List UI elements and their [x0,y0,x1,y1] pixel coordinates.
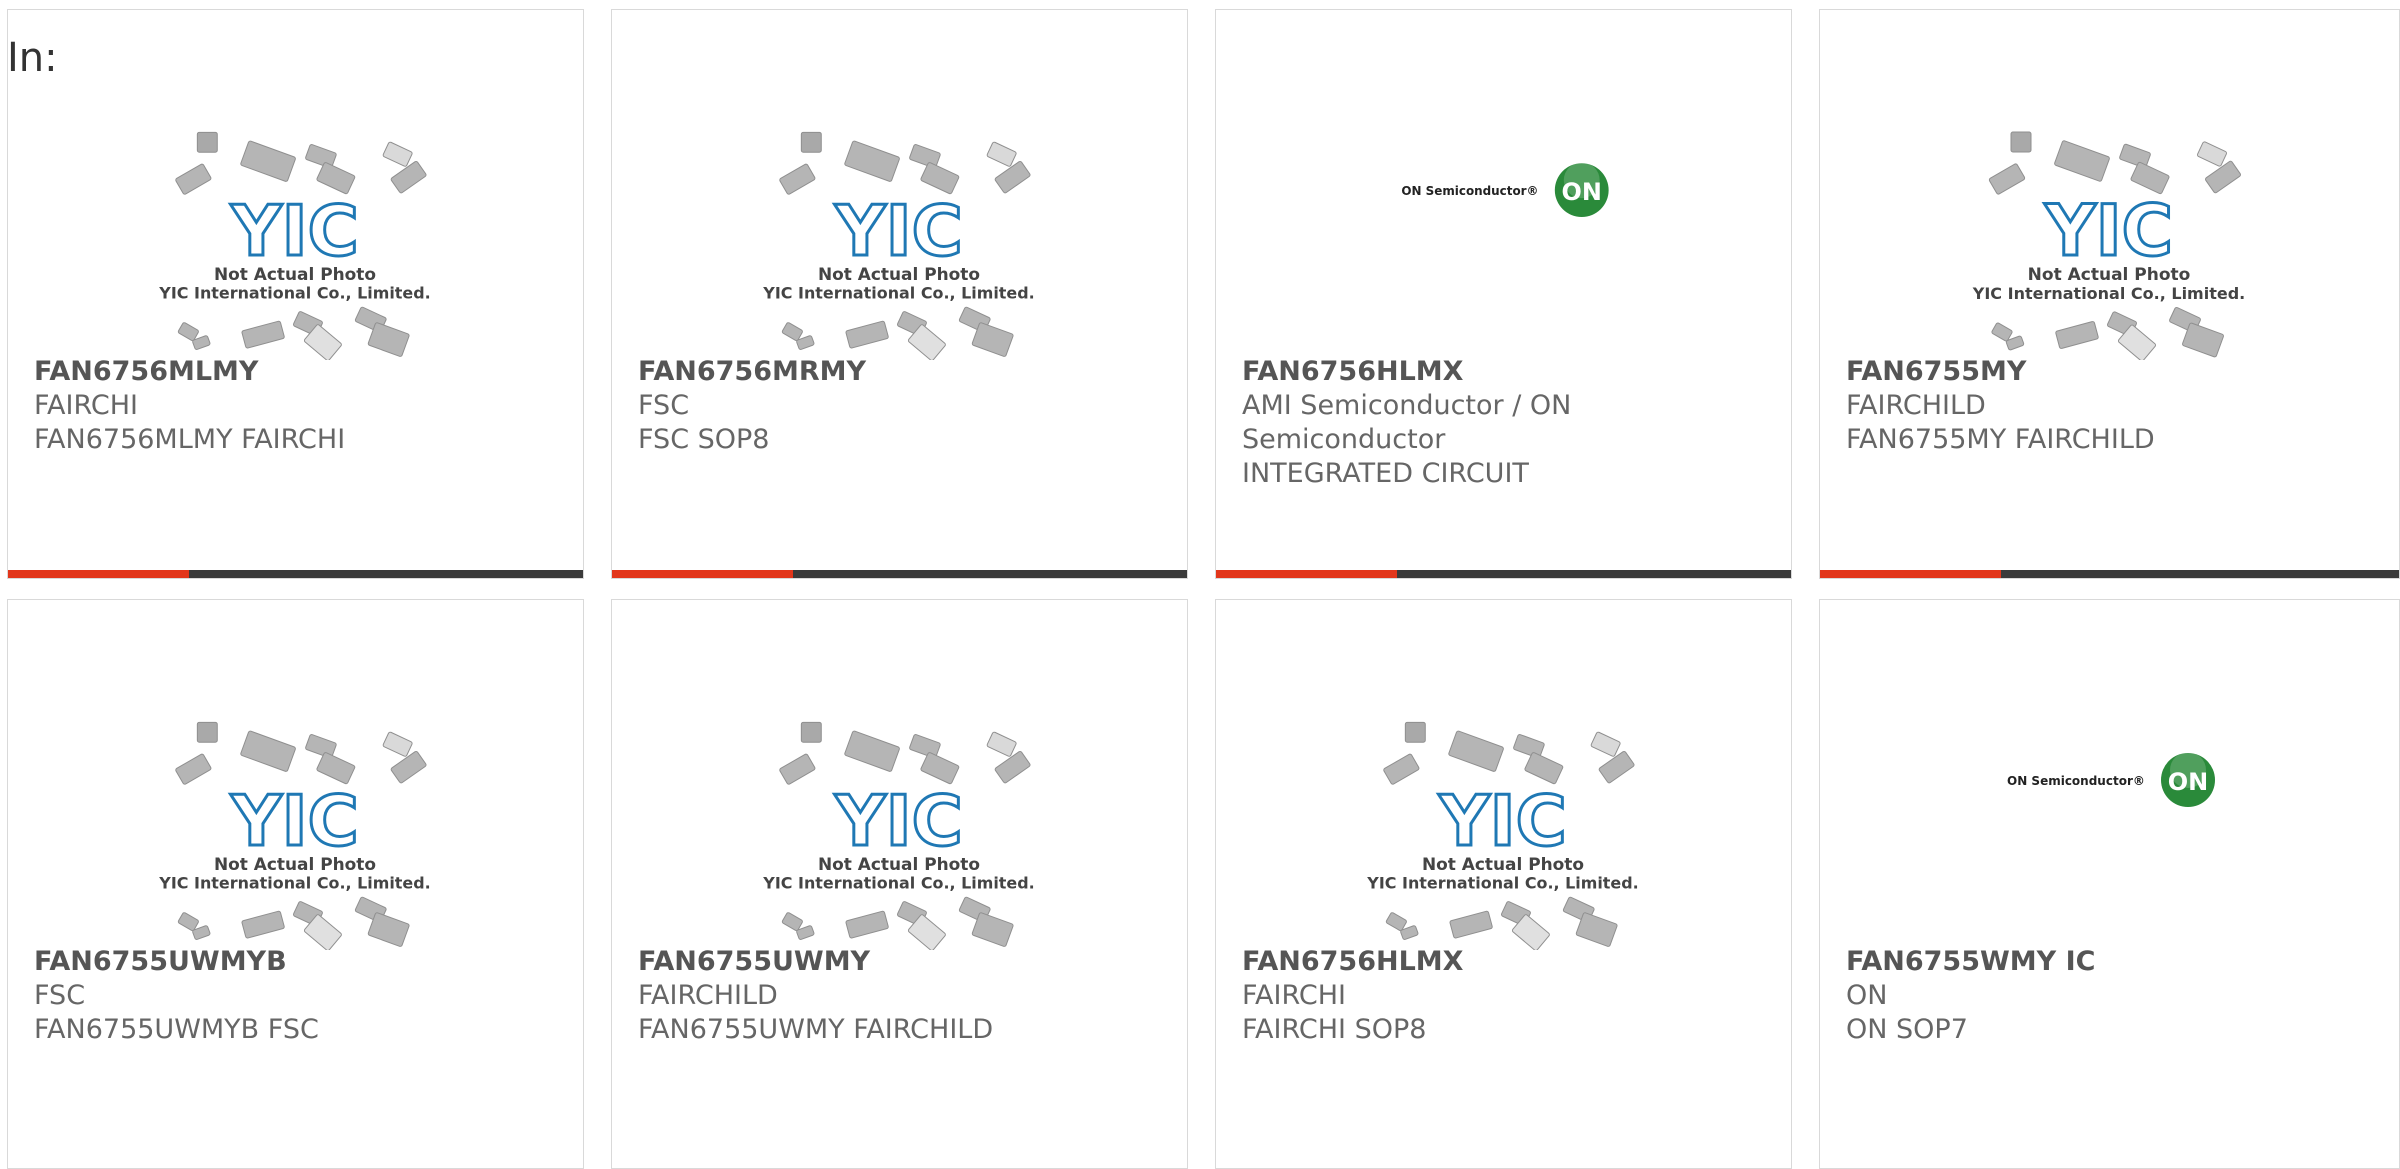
description: FAN6755UWMY FAIRCHILD [638,1014,994,1045]
on-semiconductor-logo: ON Semiconductor® ON [1216,90,1791,360]
svg-text:Not Actual Photo: Not Actual Photo [818,264,980,284]
svg-text:YIC International Co., Limited: YIC International Co., Limited. [762,874,1034,893]
manufacturer: FAIRCHI [1242,980,1347,1011]
svg-text:Not Actual Photo: Not Actual Photo [1422,854,1584,874]
yic-placeholder-image: YIC Not Actual Photo YIC International Co.… [8,90,583,361]
product-card[interactable]: YIC Not Actual Photo YIC International Co.… [611,599,1188,1169]
yic-placeholder-image: YIC Not Actual Photo YIC International Co.… [1216,680,1791,951]
description: ON SOP7 [1846,1014,1968,1045]
svg-text:YIC International Co., Limited: YIC International Co., Limited. [1366,874,1638,893]
description: FAIRCHI SOP8 [1242,1014,1427,1045]
card-bottom-bar [1820,570,2399,578]
product-card[interactable]: YIC Not Actual Photo YIC International Co.… [611,9,1188,579]
card-bottom-bar [8,570,583,578]
svg-text:YIC: YIC [1438,781,1567,862]
part-number[interactable]: FAN6756MLMY [34,355,563,389]
manufacturer: ON [1846,980,1888,1011]
product-card[interactable]: YIC Not Actual Photo YIC International Co.… [1819,9,2400,579]
svg-text:YIC International Co., Limited: YIC International Co., Limited. [158,874,430,893]
svg-text:YIC: YIC [230,781,359,862]
part-number[interactable]: FAN6756HLMX [1242,945,1771,979]
svg-text:ON Semiconductor®: ON Semiconductor® [2007,774,2145,788]
svg-text:Not Actual Photo: Not Actual Photo [2028,265,2191,285]
product-card[interactable]: ON Semiconductor® ON FAN6755WMY IC ON ON … [1819,599,2400,1169]
card-bottom-bar [612,570,1187,578]
description: FSC SOP8 [638,424,770,455]
manufacturer: FAIRCHILD [1846,390,1986,421]
svg-text:ON: ON [1562,178,1602,206]
svg-text:ON: ON [2168,768,2209,796]
part-number[interactable]: FAN6755MY [1846,355,2379,389]
part-number[interactable]: FAN6755UWMY [638,945,1167,979]
manufacturer: FAIRCHI [34,390,139,421]
yic-placeholder-image: YIC Not Actual Photo YIC International Co.… [612,680,1187,951]
manufacturer: FAIRCHILD [638,980,778,1011]
manufacturer: AMI Semiconductor / ON Semiconductor [1242,390,1572,455]
yic-placeholder-image: YIC Not Actual Photo YIC International Co.… [612,90,1187,361]
product-card[interactable]: YIC Not Actual Photo YIC International Co.… [7,9,584,579]
on-semiconductor-logo: ON Semiconductor® ON [1820,680,2399,950]
description: FAN6756MLMY FAIRCHI [34,424,346,455]
svg-text:YIC: YIC [834,191,963,272]
svg-text:YIC International Co., Limited: YIC International Co., Limited. [762,284,1034,303]
svg-text:YIC: YIC [230,191,359,272]
svg-text:Not Actual Photo: Not Actual Photo [818,854,980,874]
svg-text:YIC: YIC [2044,190,2173,272]
yic-placeholder-image: YIC Not Actual Photo YIC International Co.… [1820,90,2399,362]
yic-placeholder-image: YIC Not Actual Photo YIC International Co.… [8,680,583,951]
description: INTEGRATED CIRCUIT [1242,458,1529,489]
card-bottom-bar [1216,570,1791,578]
svg-text:Not Actual Photo: Not Actual Photo [214,854,376,874]
svg-text:YIC International Co., Limited: YIC International Co., Limited. [158,284,430,303]
in-label: In: [7,35,58,81]
description: FAN6755MY FAIRCHILD [1846,424,2155,455]
product-card[interactable]: ON Semiconductor® ON FAN6756HLMX AMI Semi… [1215,9,1792,579]
part-number[interactable]: FAN6756MRMY [638,355,1167,389]
manufacturer: FSC [638,390,690,421]
part-number[interactable]: FAN6755UWMYB [34,945,563,979]
product-card[interactable]: YIC Not Actual Photo YIC International Co.… [7,599,584,1169]
manufacturer: FSC [34,980,86,1011]
svg-text:ON Semiconductor®: ON Semiconductor® [1401,184,1538,198]
svg-text:Not Actual Photo: Not Actual Photo [214,264,376,284]
part-number[interactable]: FAN6755WMY IC [1846,945,2379,979]
description: FAN6755UWMYB FSC [34,1014,319,1045]
svg-text:YIC: YIC [834,781,963,862]
svg-text:YIC International Co., Limited: YIC International Co., Limited. [1972,284,2245,303]
product-card[interactable]: YIC Not Actual Photo YIC International Co.… [1215,599,1792,1169]
part-number[interactable]: FAN6756HLMX [1242,355,1771,389]
